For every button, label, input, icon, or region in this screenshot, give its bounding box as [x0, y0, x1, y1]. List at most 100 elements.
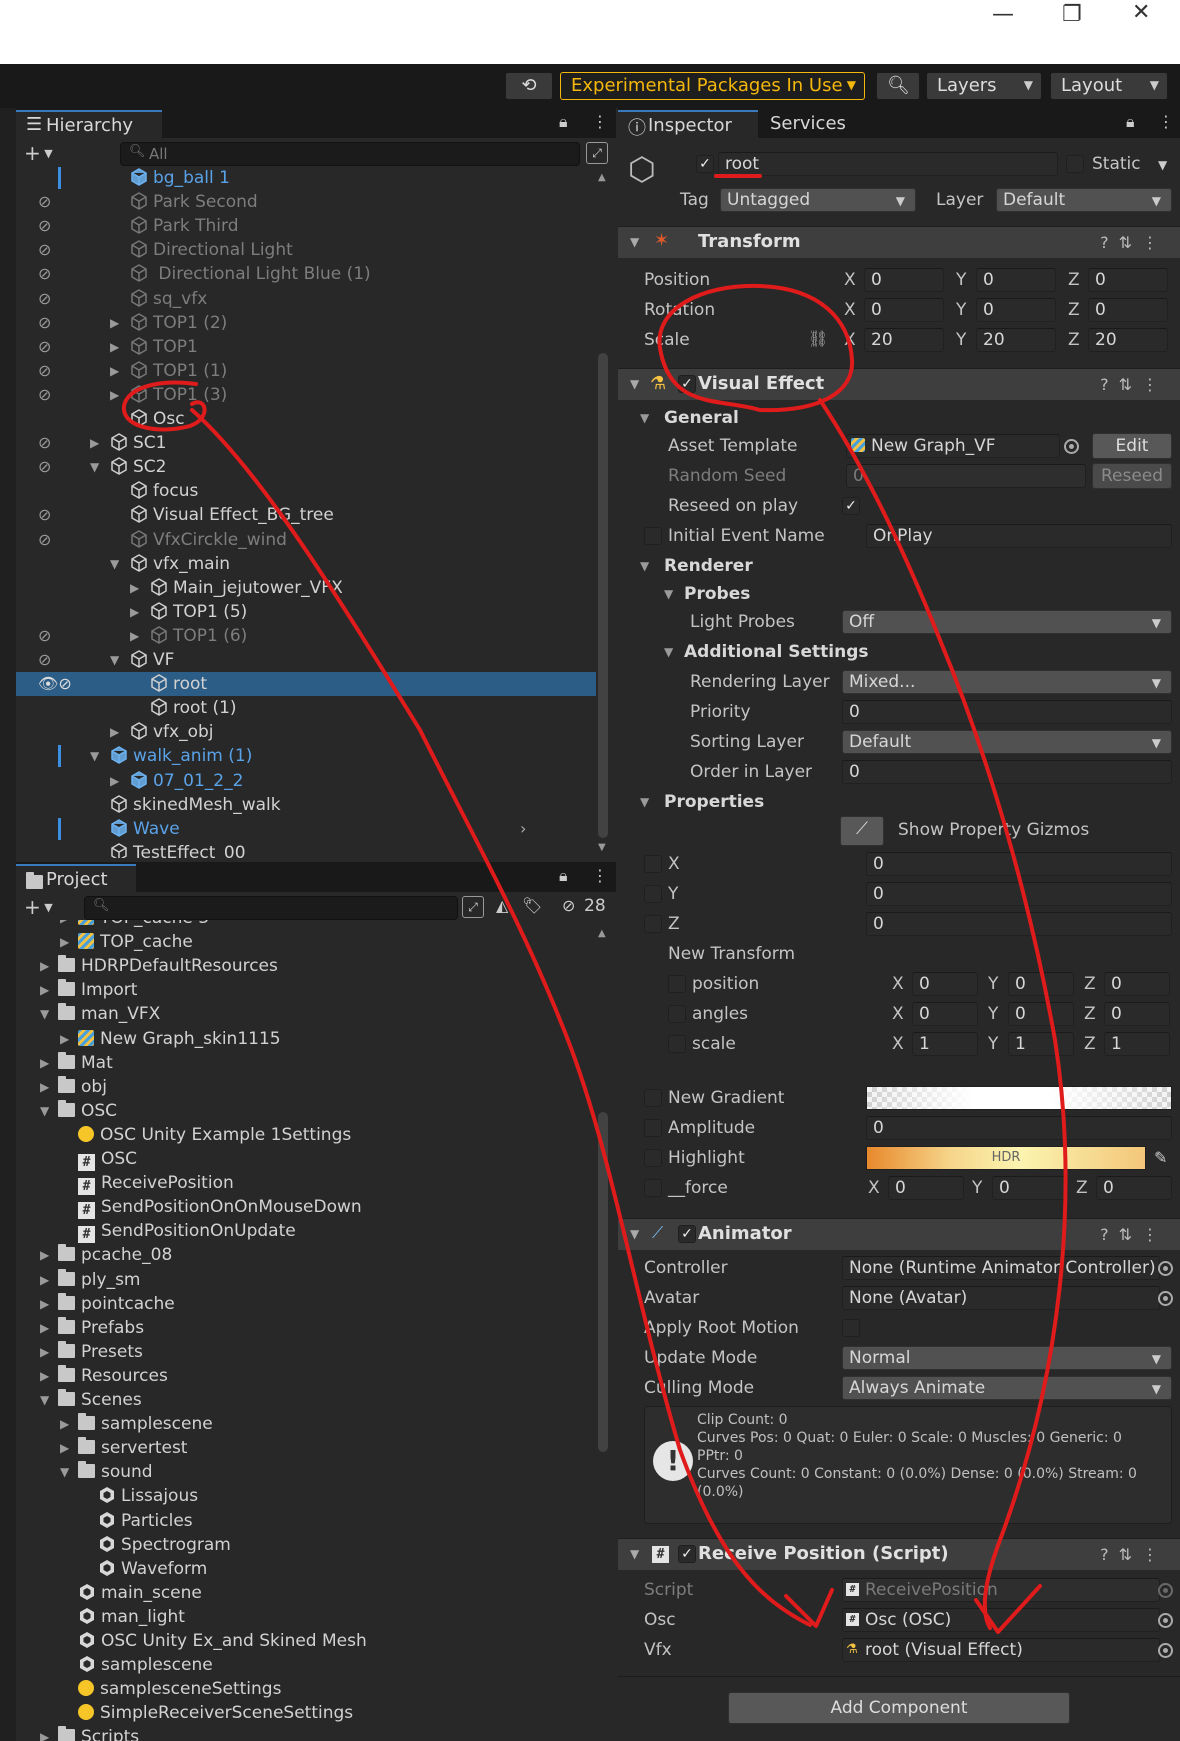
foldout-expanded-icon[interactable]: ▼ [40, 1002, 49, 1026]
scene-visibility-icon[interactable]: ⊘ [38, 503, 51, 527]
project-item[interactable]: OSC Unity Example 1Settings [16, 1123, 596, 1147]
scene-visibility-icon[interactable]: ⊘ [38, 528, 51, 552]
project-add-button[interactable]: + ▼ [24, 895, 53, 919]
hierarchy-item[interactable]: ▼ walk_anim (1) [16, 744, 596, 768]
kebab-menu-icon[interactable]: ⋮ [592, 112, 608, 131]
hierarchy-item[interactable]: ▶ TOP1 (2) [16, 311, 596, 335]
foldout-arrow-icon[interactable]: ▼ [640, 554, 649, 578]
hierarchy-item[interactable]: ▶ 07_01_2_2 [16, 769, 596, 793]
object-picker-icon[interactable] [1158, 1583, 1173, 1598]
project-item[interactable]: ▶ TOP_cache 3 [16, 920, 596, 930]
project-item[interactable]: ▼ Scenes [16, 1388, 596, 1412]
hierarchy-item[interactable]: Directional Light [16, 238, 596, 262]
object-picker-icon[interactable] [1158, 1613, 1173, 1628]
kebab-menu-icon[interactable]: ⋮ [592, 866, 608, 885]
culling-mode-dropdown[interactable]: Always Animate [842, 1376, 1172, 1400]
property-value-field[interactable]: 0 [866, 882, 1172, 906]
asset-template-field[interactable]: New Graph_VF [846, 434, 1060, 458]
foldout-collapsed-icon[interactable]: ▶ [90, 431, 99, 455]
hierarchy-scrollbar[interactable] [598, 353, 608, 838]
avatar-field[interactable]: None (Avatar) [842, 1286, 1160, 1310]
project-item[interactable]: ▼ OSC [16, 1099, 596, 1123]
hierarchy-item[interactable]: Directional Light Blue (1) [16, 262, 596, 286]
visual-effect-enabled-checkbox[interactable]: ✓ [678, 375, 696, 393]
edit-button[interactable]: Edit [1092, 433, 1172, 459]
hidden-packages-icon[interactable]: ⊘ [562, 896, 575, 915]
general-section[interactable]: General [664, 406, 739, 430]
random-seed-field[interactable]: 0 [846, 464, 1086, 488]
foldout-collapsed-icon[interactable]: ▶ [60, 1436, 69, 1460]
foldout-expanded-icon[interactable]: ▼ [60, 1460, 69, 1484]
project-item[interactable]: ▶ obj [16, 1075, 596, 1099]
sorting-layer-dropdown[interactable]: Default [842, 730, 1172, 754]
scene-visibility-icon[interactable]: ⊘ [38, 624, 51, 648]
vector-z-field[interactable]: 0 [1088, 268, 1168, 292]
constrain-proportions-icon[interactable]: ⛓︎ [808, 329, 828, 348]
foldout-arrow-icon[interactable]: ▼ [664, 582, 673, 606]
show-property-gizmos-label[interactable]: Show Property Gizmos [898, 818, 1089, 842]
property-override-checkbox[interactable] [644, 915, 662, 933]
project-item[interactable]: main_scene [16, 1581, 596, 1605]
hierarchy-item[interactable]: ▶ Main_jejutower_VFX [16, 576, 596, 600]
lock-icon[interactable]: 🔒︎ [1126, 112, 1135, 132]
foldout-collapsed-icon[interactable]: ▶ [110, 720, 119, 744]
foldout-collapsed-icon[interactable]: ▶ [130, 600, 139, 624]
vfx-field[interactable]: ⚗︎ root (Visual Effect) [842, 1638, 1160, 1662]
property-override-checkbox[interactable] [644, 885, 662, 903]
hierarchy-item[interactable]: TestEffect_00 [16, 841, 596, 858]
vector-y-field[interactable]: 0 [976, 298, 1056, 322]
update-mode-dropdown[interactable]: Normal [842, 1346, 1172, 1370]
project-item[interactable]: Waveform [16, 1557, 596, 1581]
foldout-arrow-icon[interactable]: ▼ [630, 235, 639, 249]
hierarchy-item[interactable]: VfxCirckle_wind [16, 528, 596, 552]
foldout-expanded-icon[interactable]: ▼ [90, 455, 99, 479]
foldout-collapsed-icon[interactable]: ▶ [60, 1412, 69, 1436]
amplitude-field[interactable]: 0 [866, 1116, 1172, 1140]
hierarchy-item[interactable]: ▶ TOP1 (5) [16, 600, 596, 624]
filter-by-label-icon[interactable]: 🏷︎ [522, 896, 542, 915]
search-button[interactable]: 🔍︎ [876, 72, 920, 100]
receive-position-enabled-checkbox[interactable]: ✓ [678, 1545, 696, 1563]
scene-visibility-icon[interactable]: ⊘ [38, 238, 51, 262]
add-component-button[interactable]: Add Component [728, 1692, 1070, 1724]
light-probes-dropdown[interactable]: Off [842, 610, 1172, 634]
hierarchy-item[interactable]: root (1) [16, 696, 596, 720]
vector-y-field[interactable]: 20 [976, 328, 1056, 352]
vector-z-field[interactable]: 20 [1088, 328, 1168, 352]
project-item[interactable]: ▶ pointcache [16, 1292, 596, 1316]
force-checkbox[interactable] [644, 1179, 662, 1197]
foldout-collapsed-icon[interactable]: ▶ [110, 359, 119, 383]
foldout-collapsed-icon[interactable]: ▶ [40, 1364, 49, 1388]
rendering-layer-dropdown[interactable]: Mixed... [842, 670, 1172, 694]
scene-visibility-icon[interactable]: ⊘ [38, 214, 51, 238]
osc-field[interactable]: # Osc (OSC) [842, 1608, 1160, 1632]
hierarchy-item[interactable]: ▼ VF [16, 648, 596, 672]
foldout-collapsed-icon[interactable]: ▶ [60, 930, 69, 954]
project-item[interactable]: # ReceivePosition [16, 1171, 596, 1196]
property-override-checkbox[interactable] [668, 1005, 686, 1023]
foldout-collapsed-icon[interactable]: ▶ [40, 1268, 49, 1292]
eyedropper-icon[interactable]: ✎ [1154, 1148, 1167, 1167]
foldout-collapsed-icon[interactable]: ▶ [110, 383, 119, 407]
reseed-on-play-checkbox[interactable]: ✓ [842, 497, 860, 515]
project-item[interactable]: ▶ pcache_08 [16, 1243, 596, 1267]
filter-by-type-icon[interactable]: ◭ [496, 896, 508, 915]
hierarchy-item[interactable]: Visual Effect_BG_tree [16, 503, 596, 527]
vector-y-field[interactable]: 0 [1008, 1002, 1074, 1026]
foldout-expanded-icon[interactable]: ▼ [40, 1099, 49, 1123]
project-item[interactable]: # SendPositionOnOnMouseDown [16, 1195, 596, 1220]
foldout-arrow-icon[interactable]: ▼ [630, 1227, 639, 1241]
layout-dropdown[interactable]: Layout [1050, 72, 1168, 100]
kebab-menu-icon[interactable]: ⋮ [1158, 112, 1174, 131]
foldout-collapsed-icon[interactable]: ▶ [40, 1725, 49, 1741]
visual-effect-header[interactable]: ▼ ⚗︎ ✓ Visual Effect ?⇅⋮ [618, 368, 1180, 400]
script-field[interactable]: # ReceivePosition [842, 1578, 1160, 1602]
hierarchy-item[interactable]: root [16, 672, 596, 697]
hierarchy-add-button[interactable]: + ▼ [24, 141, 53, 165]
initial-event-field[interactable]: OnPlay [866, 524, 1172, 548]
property-override-checkbox[interactable] [668, 975, 686, 993]
hierarchy-item[interactable]: skinedMesh_walk [16, 793, 596, 817]
property-gizmos-icon-button[interactable]: ⟋ [840, 816, 884, 846]
foldout-expanded-icon[interactable]: ▼ [90, 744, 99, 768]
foldout-collapsed-icon[interactable]: ▶ [110, 769, 119, 793]
